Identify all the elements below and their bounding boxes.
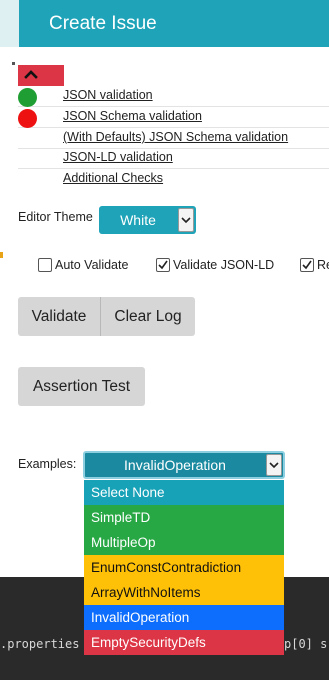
create-issue-button[interactable]: Create Issue bbox=[19, 0, 329, 47]
assertion-test-button[interactable]: Assertion Test bbox=[18, 367, 145, 406]
validation-row-additional: Additional Checks bbox=[18, 169, 329, 189]
clear-log-button[interactable]: Clear Log bbox=[101, 297, 195, 336]
validation-row-json-schema: JSON Schema validation bbox=[18, 107, 329, 128]
success-status-icon bbox=[18, 88, 37, 107]
editor-theme-value: White bbox=[120, 212, 156, 228]
validate-button[interactable]: Validate bbox=[18, 297, 101, 336]
console-line-left: .properties bbox=[0, 637, 80, 651]
warning-marker bbox=[0, 252, 3, 258]
example-option-emptysecuritydefs[interactable]: EmptySecurityDefs bbox=[84, 630, 284, 655]
error-status-icon bbox=[18, 109, 37, 128]
unchecked-box-icon bbox=[38, 258, 52, 272]
checkmark-icon bbox=[300, 258, 314, 272]
editor-theme-label: Editor Theme bbox=[18, 210, 93, 224]
example-option-invalidoperation[interactable]: InvalidOperation bbox=[84, 605, 284, 630]
validation-row-jsonld: JSON-LD validation bbox=[18, 148, 329, 169]
validation-label-jsonld[interactable]: JSON-LD validation bbox=[63, 150, 173, 164]
validation-label-json[interactable]: JSON validation bbox=[63, 88, 153, 102]
validation-row-json: JSON validation bbox=[18, 86, 329, 107]
chevron-down-icon bbox=[178, 208, 194, 232]
validation-label-json-schema[interactable]: JSON Schema validation bbox=[63, 109, 202, 123]
collapse-validation-button[interactable] bbox=[18, 65, 64, 86]
examples-select[interactable]: InvalidOperation bbox=[83, 451, 285, 479]
validation-label-additional[interactable]: Additional Checks bbox=[63, 171, 163, 185]
examples-dropdown-list: Select None SimpleTD MultipleOp EnumCons… bbox=[84, 480, 284, 655]
validation-label-defaults-schema[interactable]: (With Defaults) JSON Schema validation bbox=[63, 130, 288, 144]
example-option-simpletd[interactable]: SimpleTD bbox=[84, 505, 284, 530]
chevron-up-icon bbox=[24, 70, 38, 79]
example-option-arraywithnoitems[interactable]: ArrayWithNoItems bbox=[84, 580, 284, 605]
examples-label: Examples: bbox=[18, 457, 77, 471]
console-line-right: p[0] s bbox=[284, 637, 328, 651]
editor-theme-select[interactable]: White bbox=[99, 206, 196, 234]
validation-row-defaults-schema: (With Defaults) JSON Schema validation bbox=[18, 128, 329, 149]
example-option-multipleop[interactable]: MultipleOp bbox=[84, 530, 284, 555]
example-option-enumconstcontradiction[interactable]: EnumConstContradiction bbox=[84, 555, 284, 580]
example-option-select-none[interactable]: Select None bbox=[84, 480, 284, 505]
examples-selected-value: InvalidOperation bbox=[124, 457, 226, 473]
checkmark-icon bbox=[156, 258, 170, 272]
editor-edge-marker bbox=[12, 62, 15, 65]
chevron-down-icon bbox=[266, 454, 282, 476]
